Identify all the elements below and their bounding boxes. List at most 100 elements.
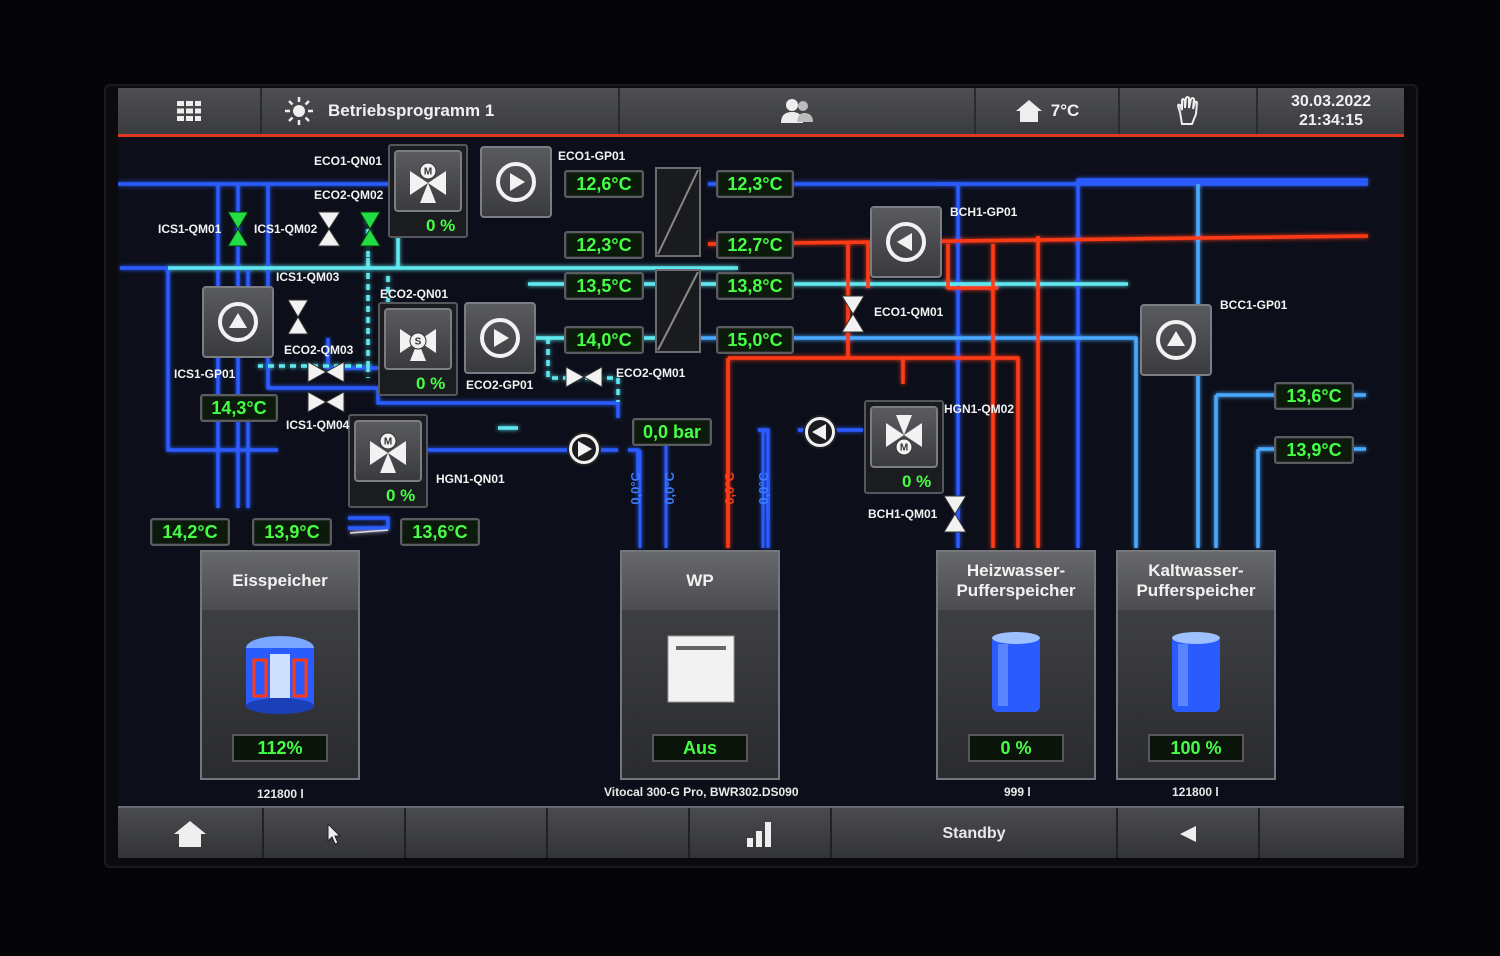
inline-pump-1[interactable] <box>567 432 601 466</box>
temp-display: 14,3°C <box>200 394 278 422</box>
valve-eco2-qm03[interactable] <box>287 299 309 335</box>
tank-body: 0 % <box>938 610 1094 778</box>
tank-body: Aus <box>622 610 778 778</box>
tank-value: 112% <box>232 734 328 762</box>
temp-display: 14,0°C <box>564 326 644 354</box>
pump-bch1-gp01[interactable] <box>870 206 942 278</box>
tank-volume-kalt: 121800 l <box>1172 785 1219 799</box>
heat-pump-icon <box>667 635 735 703</box>
empty-button[interactable] <box>548 808 690 858</box>
house-icon <box>174 821 206 847</box>
mixer-button[interactable]: S <box>384 308 452 370</box>
mixer-hgn1-qm02[interactable]: M 0 % <box>864 400 944 494</box>
mixer-eco2-qn01[interactable]: S 0 % <box>378 302 458 396</box>
label-ics1-qm01: ICS1-QM01 <box>158 222 222 236</box>
pump-eco1-gp01[interactable] <box>480 146 552 218</box>
bar-chart-icon <box>747 822 771 847</box>
inline-pump-2[interactable] <box>803 415 837 449</box>
mixer-hgn1-qn01[interactable]: M 0 % <box>348 414 428 508</box>
tank-value: 0 % <box>968 734 1064 762</box>
tank-title-line1: Heizwasser- <box>966 561 1066 580</box>
temp-display: 13,6°C <box>1274 382 1354 410</box>
valve-eco1-qm01[interactable] <box>841 295 865 333</box>
three-way-valve-icon: M <box>410 162 446 203</box>
empty-button[interactable] <box>1260 808 1404 858</box>
temp-display: 15,0°C <box>716 326 794 354</box>
statistics-button[interactable] <box>690 808 832 858</box>
label-eco2-gp01: ECO2-GP01 <box>466 378 534 392</box>
pointer-button[interactable] <box>264 808 406 858</box>
tank-title: Eisspeicher <box>202 552 358 610</box>
back-button[interactable] <box>1118 808 1260 858</box>
temp-display: 13,8°C <box>716 272 794 300</box>
tank-title: Heizwasser- Pufferspeicher <box>938 552 1094 610</box>
pump-up-icon <box>218 302 258 342</box>
mixer-button[interactable]: M <box>354 420 422 482</box>
hmi-screen: Betriebsprogramm 1 7°C 30.03.2022 21:34:… <box>118 88 1404 858</box>
mixer-eco1-qn01[interactable]: M 0 % <box>388 144 468 238</box>
empty-button[interactable] <box>406 808 548 858</box>
pressure-display: 0,0 bar <box>632 418 712 446</box>
pump-bcc1-gp01[interactable] <box>1140 304 1212 376</box>
temp-display: 12,7°C <box>716 231 794 259</box>
temp-display: 12,6°C <box>564 170 644 198</box>
three-way-valve-icon: M <box>370 432 406 473</box>
home-button[interactable] <box>118 808 264 858</box>
label-ics1-qm04: ICS1-QM04 <box>286 418 350 432</box>
label-ics1-qm02: ICS1-QM02 <box>254 222 318 236</box>
tank-eisspeicher[interactable]: Eisspeicher 112% <box>200 550 360 780</box>
label-eco2-qm02: ECO2-QM02 <box>314 188 384 202</box>
triangle-left-icon <box>1180 826 1196 842</box>
mixer-eco2-percent: 0 % <box>416 374 446 393</box>
label-bcc1-gp01: BCC1-GP01 <box>1220 298 1288 312</box>
mode-label: Standby <box>942 825 1006 842</box>
tank-body: 100 % <box>1118 610 1274 778</box>
label-eco2-qm03: ECO2-QM03 <box>284 343 354 357</box>
mixer-button[interactable]: M <box>870 406 938 468</box>
tank-kaltwasser[interactable]: Kaltwasser- Pufferspeicher 100 % <box>1116 550 1276 780</box>
tank-value: 100 % <box>1148 734 1244 762</box>
vertical-temp: 0,0°C <box>756 472 771 505</box>
svg-text:M: M <box>900 443 908 454</box>
pump-up-icon <box>1156 320 1196 360</box>
buffer-tank-icon <box>992 632 1040 712</box>
valve-bch1-qm01[interactable] <box>943 495 967 533</box>
temp-display: 14,2°C <box>150 518 230 546</box>
label-ics1-qm03: ICS1-QM03 <box>276 270 340 284</box>
heat-exchanger-2 <box>655 269 701 353</box>
tank-wp[interactable]: WP Aus <box>620 550 780 780</box>
ice-storage-icon <box>246 636 314 714</box>
label-ics1-gp01: ICS1-GP01 <box>174 367 236 381</box>
pump-right-icon <box>480 318 520 358</box>
three-way-valve-icon: M <box>886 415 922 456</box>
pump-eco2-gp01[interactable] <box>464 302 536 374</box>
valve-ics1-qm04[interactable] <box>307 391 345 413</box>
temp-display: 12,3°C <box>716 170 794 198</box>
mixer-eco1-percent: 0 % <box>426 216 456 235</box>
heat-pump-model: Vitocal 300-G Pro, BWR302.DS090 <box>604 785 799 799</box>
valve-ics1-qm01[interactable] <box>227 211 249 247</box>
valve-eco2-qm02[interactable] <box>359 211 381 247</box>
label-eco1-gp01: ECO1-GP01 <box>558 149 626 163</box>
tank-value: Aus <box>652 734 748 762</box>
label-eco2-qm01: ECO2-QM01 <box>616 366 686 380</box>
bottom-bar: Standby <box>118 806 1404 858</box>
tank-volume-heiz: 999 l <box>1004 785 1031 799</box>
mixer-hgn2-percent: 0 % <box>902 472 932 491</box>
valve-eco2-qm01[interactable] <box>565 366 603 388</box>
pump-ics1-gp01[interactable] <box>202 286 274 358</box>
mixer-button[interactable]: M <box>394 150 462 212</box>
label-eco1-qn01: ECO1-QN01 <box>314 154 383 168</box>
label-eco2-qn01: ECO2-QN01 <box>380 287 449 301</box>
valve-ics1-qm02[interactable] <box>317 211 341 247</box>
cursor-icon <box>327 823 342 845</box>
vertical-temp: 0,0°C <box>628 472 643 505</box>
tank-title-line1: Kaltwasser- <box>1148 561 1244 580</box>
tank-volume-eis: 121800 l <box>257 787 304 801</box>
tank-body: 112% <box>202 610 358 778</box>
tank-heizwasser[interactable]: Heizwasser- Pufferspeicher 0 % <box>936 550 1096 780</box>
mode-button[interactable]: Standby <box>832 808 1118 858</box>
svg-text:M: M <box>384 437 392 448</box>
label-bch1-gp01: BCH1-GP01 <box>950 205 1018 219</box>
vertical-temp: 0,0°C <box>722 472 737 505</box>
